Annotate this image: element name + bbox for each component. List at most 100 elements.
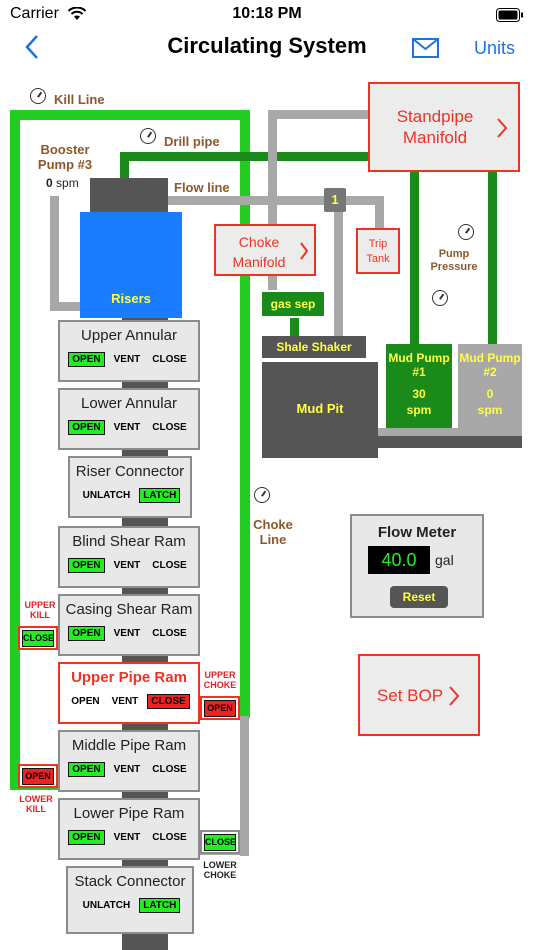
mud-pump-2-unit: spm	[477, 403, 503, 417]
standpipe-manifold-label: Standpipe Manifold	[396, 107, 474, 147]
page-title: Circulating System	[167, 33, 367, 58]
bop-close-button[interactable]: CLOSE	[149, 626, 189, 641]
bop-upper-annular[interactable]: Upper Annular OPEN VENT CLOSE	[58, 320, 200, 382]
flow-meter-reset-button[interactable]: Reset	[390, 586, 448, 608]
choke-line-gauge-icon	[254, 487, 270, 503]
lower-kill-valve[interactable]: OPEN	[18, 764, 58, 788]
bop-title: Upper Annular	[81, 327, 177, 344]
bop-open-button[interactable]: OPEN	[68, 558, 105, 573]
trip-tank-feed	[375, 196, 384, 228]
upper-kill-valve[interactable]: CLOSE	[18, 626, 58, 650]
bop-vent-button[interactable]: VENT	[111, 558, 144, 573]
bop-title: Lower Pipe Ram	[73, 805, 185, 822]
bop-casing-shear-ram[interactable]: Casing Shear Ram OPEN VENT CLOSE	[58, 594, 200, 656]
bop-lower-annular[interactable]: Lower Annular OPEN VENT CLOSE	[58, 388, 200, 450]
bop-close-button[interactable]: CLOSE	[149, 420, 189, 435]
upper-choke-valve[interactable]: OPEN	[200, 696, 240, 720]
bop-title: Riser Connector	[75, 463, 185, 480]
choke-line-label: Choke Line	[253, 517, 293, 547]
upper-choke-label: UPPER CHOKE	[203, 670, 237, 690]
bop-upper-pipe-ram[interactable]: Upper Pipe Ram OPEN VENT CLOSE	[58, 662, 200, 724]
pump1-gauge-icon	[432, 290, 448, 306]
pump1-discharge	[410, 170, 419, 346]
bop-close-button[interactable]: CLOSE	[149, 762, 189, 777]
flow-line-pipe	[168, 196, 384, 205]
choke-manifold-button[interactable]: Choke Manifold	[214, 224, 316, 276]
bop-title: Casing Shear Ram	[65, 601, 193, 618]
mud-pump-1-unit: spm	[406, 403, 432, 417]
bop-unlatch-button[interactable]: UNLATCH	[80, 898, 134, 913]
standpipe-manifold-button[interactable]: Standpipe Manifold	[368, 82, 520, 172]
booster-line	[50, 196, 59, 310]
choke-manifold-label: Choke Manifold	[232, 234, 286, 270]
gas-separator: gas sep	[262, 292, 324, 316]
bop-stack-connector[interactable]: Stack Connector UNLATCH LATCH	[66, 866, 194, 934]
kill-line-pipe	[10, 110, 250, 120]
mud-pump-2[interactable]: Mud Pump #2 0 spm	[458, 344, 522, 428]
kill-line-label: Kill Line	[54, 92, 105, 107]
bop-lower-pipe-ram[interactable]: Lower Pipe Ram OPEN VENT CLOSE	[58, 798, 200, 860]
risers-label: Risers	[111, 291, 151, 306]
bop-vent-button[interactable]: VENT	[111, 762, 144, 777]
bop-vent-button[interactable]: VENT	[111, 352, 144, 367]
lower-kill-label: LOWER KILL	[19, 794, 53, 814]
mud-pump-2-value: 0	[486, 387, 494, 401]
bop-close-button[interactable]: CLOSE	[147, 694, 190, 709]
standpipe-return-top	[268, 110, 370, 119]
lower-choke-label: LOWER CHOKE	[203, 860, 237, 880]
risers-tank: Risers	[80, 212, 182, 318]
pump-pressure-label: Pump Pressure	[430, 248, 478, 273]
gas-sep-drain	[290, 318, 299, 338]
diverter	[90, 178, 168, 214]
lower-choke-valve[interactable]: CLOSE	[200, 830, 240, 854]
bop-open-button[interactable]: OPEN	[68, 420, 105, 435]
bop-unlatch-button[interactable]: UNLATCH	[80, 488, 134, 503]
bop-latch-button[interactable]: LATCH	[139, 898, 181, 913]
shaker-feed	[334, 196, 343, 338]
bop-vent-button[interactable]: VENT	[111, 830, 144, 845]
bop-middle-pipe-ram[interactable]: Middle Pipe Ram OPEN VENT CLOSE	[58, 730, 200, 792]
bop-latch-button[interactable]: LATCH	[139, 488, 181, 503]
pump-pressure-gauge-icon	[458, 224, 474, 240]
flow-meter-panel: Flow Meter 40.0 gal Reset	[350, 514, 484, 618]
flow-meter-unit: gal	[435, 552, 454, 568]
flow-meter-title: Flow Meter	[377, 524, 457, 541]
bop-title: Upper Pipe Ram	[71, 669, 187, 686]
units-button[interactable]: Units	[474, 38, 515, 59]
trip-tank-button[interactable]: Trip Tank	[356, 228, 400, 274]
flow-line-label: Flow line	[174, 180, 230, 195]
bop-open-button[interactable]: OPEN	[68, 830, 105, 845]
bop-open-button[interactable]: OPEN	[68, 352, 105, 367]
upper-kill-label: UPPER KILL	[24, 600, 56, 620]
valve-marker[interactable]: 1	[324, 188, 346, 212]
mud-pump-1-value: 30	[412, 387, 426, 401]
mail-icon[interactable]	[412, 38, 439, 58]
set-bop-label: Set BOP	[376, 686, 444, 705]
bop-title: Stack Connector	[74, 873, 186, 890]
bop-riser-connector[interactable]: Riser Connector UNLATCH LATCH	[68, 456, 192, 518]
bop-close-button[interactable]: CLOSE	[149, 352, 189, 367]
bop-close-button[interactable]: CLOSE	[149, 558, 189, 573]
bop-title: Middle Pipe Ram	[71, 737, 187, 754]
chevron-right-icon	[300, 242, 309, 260]
pit-suction-pipe	[376, 436, 522, 448]
lower-choke-state: CLOSE	[204, 834, 236, 851]
status-bar: Carrier 10:18 PM	[0, 0, 534, 30]
set-bop-button[interactable]: Set BOP	[358, 654, 480, 736]
chevron-right-icon	[497, 118, 508, 138]
chevron-right-icon	[449, 686, 460, 706]
bop-vent-button[interactable]: VENT	[111, 626, 144, 641]
drill-pipe	[120, 152, 370, 161]
kill-line-gauge-icon	[30, 88, 46, 104]
bop-vent-button[interactable]: VENT	[109, 694, 142, 709]
bop-open-button[interactable]: OPEN	[68, 626, 105, 641]
drill-pipe-gauge-icon	[140, 128, 156, 144]
bop-blind-shear-ram[interactable]: Blind Shear Ram OPEN VENT CLOSE	[58, 526, 200, 588]
mud-pump-1-name: Mud Pump #1	[388, 351, 450, 379]
drill-pipe-label: Drill pipe	[164, 134, 220, 149]
bop-close-button[interactable]: CLOSE	[149, 830, 189, 845]
bop-open-button[interactable]: OPEN	[68, 762, 105, 777]
bop-open-button[interactable]: OPEN	[68, 694, 102, 709]
mud-pump-1[interactable]: Mud Pump #1 30 spm	[386, 344, 452, 428]
bop-vent-button[interactable]: VENT	[111, 420, 144, 435]
